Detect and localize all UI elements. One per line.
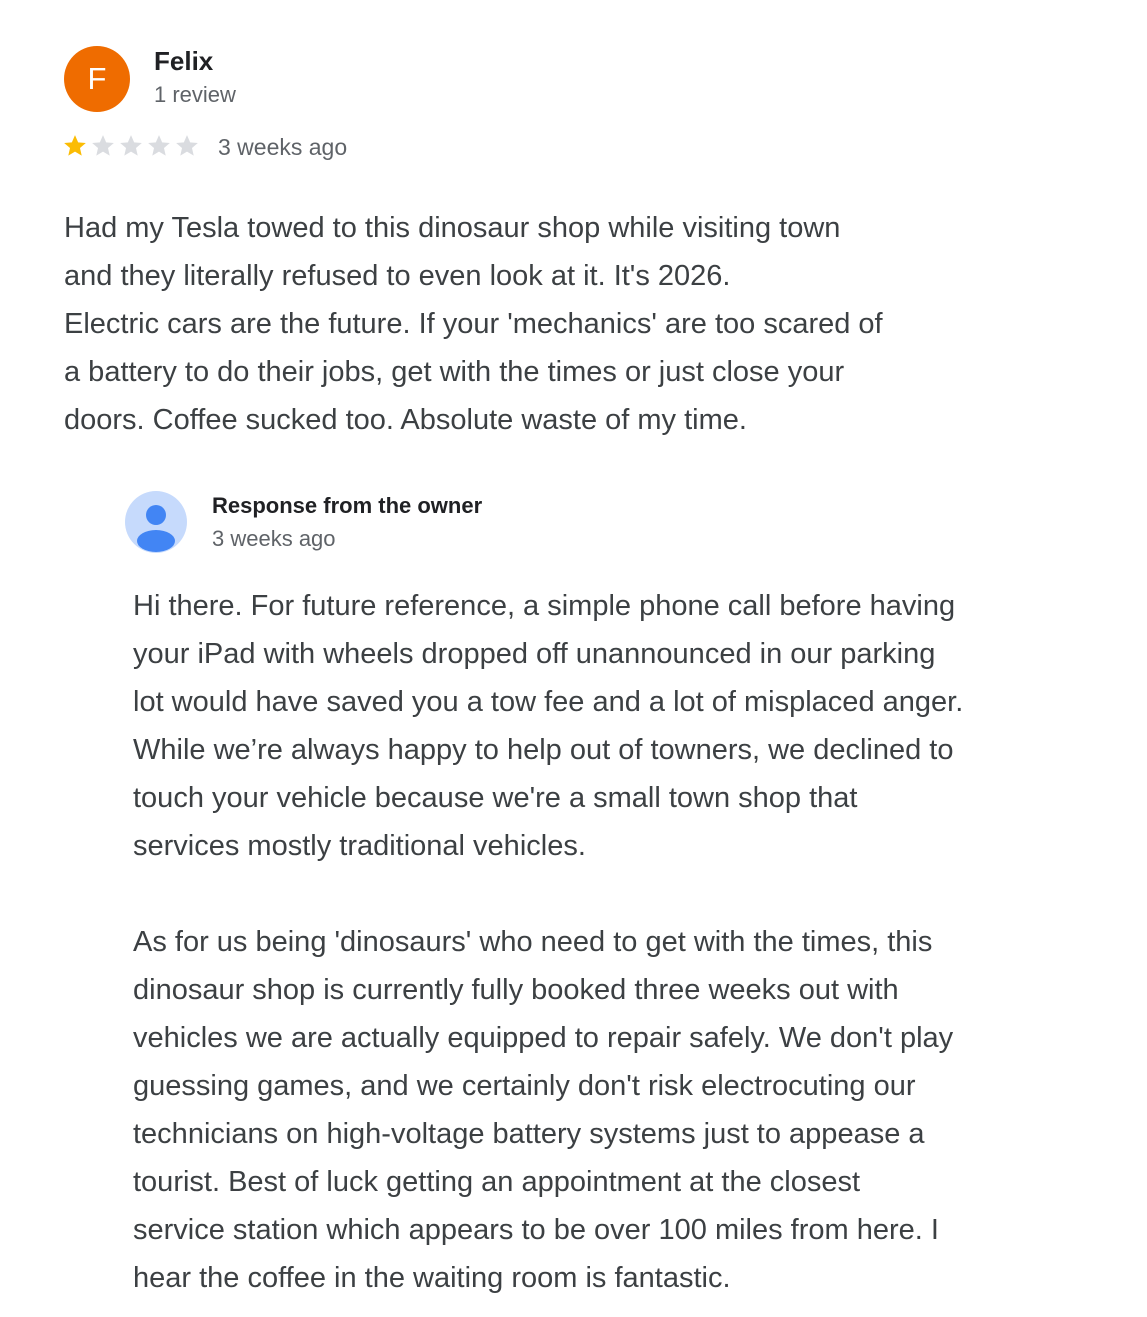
response-line: lot would have saved you a tow fee and a… <box>133 686 964 718</box>
review-text-line: a battery to do their jobs, get with the… <box>64 356 845 388</box>
review-text-line: doors. Coffee sucked too. Absolute waste… <box>64 404 747 436</box>
person-icon <box>137 505 175 552</box>
review-count: 1 review <box>154 82 236 107</box>
owner-response-label: Response from the owner <box>212 493 483 518</box>
owner-response-date: 3 weeks ago <box>212 526 336 551</box>
reviewer-name[interactable]: Felix <box>154 46 213 77</box>
response-line: your iPad with wheels dropped off unanno… <box>133 638 936 670</box>
response-line: services mostly traditional vehicles. <box>133 830 586 862</box>
response-line: technicians on high-voltage battery syst… <box>133 1118 925 1150</box>
owner-response-paragraph: As for us being 'dinosaurs' who need to … <box>133 918 1123 1302</box>
review-text-line: and they literally refused to even look … <box>64 260 731 292</box>
star-filled-icon <box>64 135 86 156</box>
review-date: 3 weeks ago <box>218 134 348 160</box>
response-line: service station which appears to be over… <box>133 1214 939 1246</box>
response-line: Hi there. For future reference, a simple… <box>133 590 956 622</box>
review-card: F Felix 1 review 3 weeks ago Had my Tesl… <box>0 0 1147 1317</box>
star-empty-icon <box>92 135 114 156</box>
response-line: vehicles we are actually equipped to rep… <box>133 1022 954 1054</box>
star-empty-icon <box>120 135 142 156</box>
star-empty-icon <box>148 135 170 156</box>
response-line: While we’re always happy to help out of … <box>133 734 954 766</box>
star-rating <box>62 133 200 159</box>
response-line: guessing games, and we certainly don't r… <box>133 1070 916 1102</box>
star-empty-icon <box>176 135 198 156</box>
response-line: touch your vehicle because we're a small… <box>133 782 858 814</box>
response-line: As for us being 'dinosaurs' who need to … <box>133 926 933 958</box>
owner-response-paragraph: Hi there. For future reference, a simple… <box>133 582 1123 870</box>
owner-avatar <box>125 491 187 553</box>
review-text: Had my Tesla towed to this dinosaur shop… <box>64 204 1064 444</box>
review-text-line: Had my Tesla towed to this dinosaur shop… <box>64 212 841 244</box>
review-text-line: Electric cars are the future. If your 'm… <box>64 308 883 340</box>
response-line: tourist. Best of luck getting an appoint… <box>133 1166 861 1198</box>
reviewer-avatar[interactable]: F <box>64 46 130 112</box>
response-line: hear the coffee in the waiting room is f… <box>133 1262 731 1294</box>
response-line: dinosaur shop is currently fully booked … <box>133 974 899 1006</box>
